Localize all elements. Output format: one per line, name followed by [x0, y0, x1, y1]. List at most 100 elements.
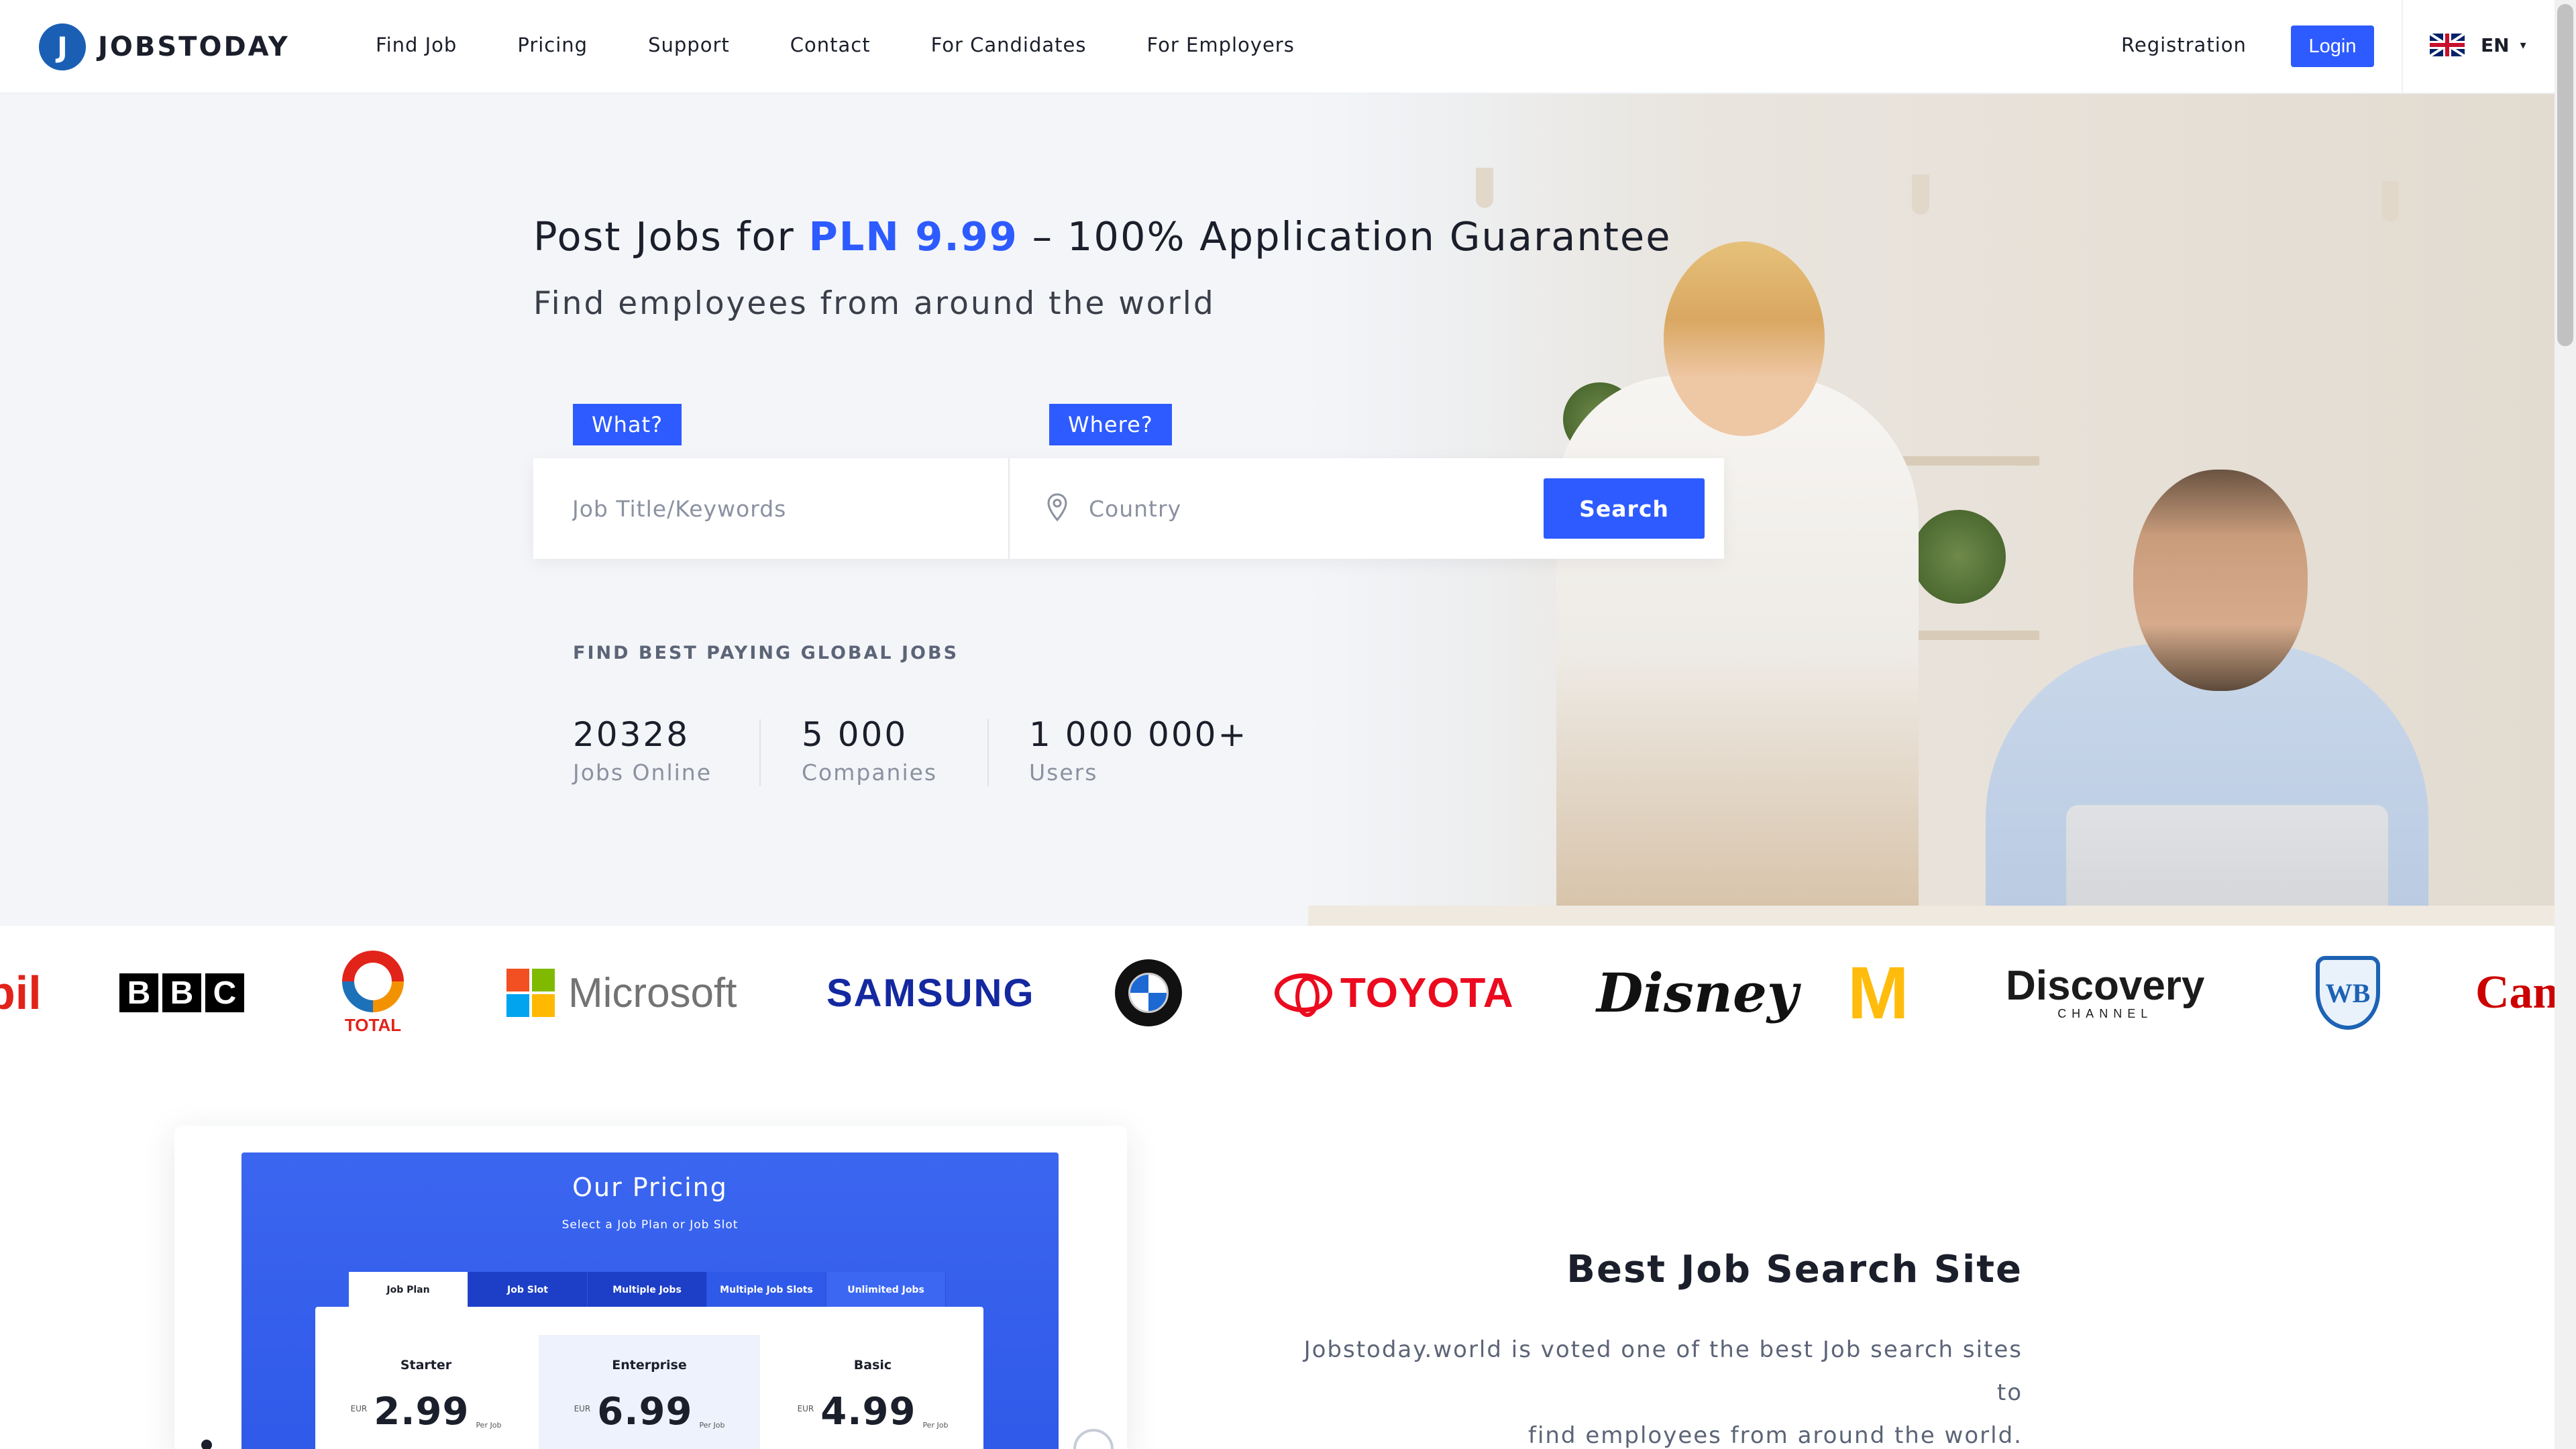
- site-header: J JOBSTODAY Find Job Pricing Support Con…: [0, 0, 2555, 94]
- bbc-letter: C: [205, 973, 244, 1012]
- toyota-logo: TOYOTA: [1275, 926, 1514, 1060]
- bbc-letter: B: [119, 973, 158, 1012]
- nav-find-job[interactable]: Find Job: [376, 34, 457, 56]
- bbc-letter: B: [162, 973, 201, 1012]
- lamp: [1912, 174, 1929, 215]
- plan-name: Starter: [400, 1358, 452, 1373]
- language-label: EN: [2481, 34, 2510, 56]
- tab-job-slot[interactable]: Job Slot: [468, 1272, 588, 1308]
- plan-per: Per Job: [922, 1421, 949, 1430]
- plan-per: Per Job: [699, 1421, 725, 1430]
- pricing-panel: Our Pricing Select a Job Plan or Job Slo…: [241, 1152, 1059, 1449]
- plan-name: Enterprise: [612, 1358, 687, 1373]
- uk-flag-icon: [2430, 34, 2465, 56]
- plan-amount: 4.99: [820, 1390, 916, 1434]
- best-site-description: Jobstoday.world is voted one of the best…: [1275, 1328, 2023, 1449]
- stat-divider: [759, 719, 761, 786]
- stat-divider: [987, 719, 989, 786]
- best-site-title: Best Job Search Site: [1566, 1248, 2023, 1291]
- microsoft-windows-icon: [506, 969, 555, 1017]
- desk: [1308, 906, 2555, 926]
- language-selector[interactable]: EN ▾: [2430, 34, 2526, 56]
- stats-heading: FIND BEST PAYING GLOBAL JOBS: [573, 643, 959, 663]
- logo-mark: J: [39, 23, 86, 70]
- plan-currency: EUR: [574, 1404, 591, 1413]
- what-tag: What?: [573, 404, 682, 445]
- pricing-title: Our Pricing: [572, 1173, 728, 1202]
- where-tag: Where?: [1049, 404, 1172, 445]
- plan-amount: 2.99: [374, 1390, 470, 1434]
- nav-pricing[interactable]: Pricing: [517, 34, 588, 56]
- hero-section: Post Jobs for PLN 9.99 – 100% Applicatio…: [0, 94, 2555, 926]
- pricing-subtitle: Select a Job Plan or Job Slot: [561, 1218, 739, 1232]
- mobil-logo: bil: [0, 967, 42, 1019]
- nav-support[interactable]: Support: [648, 34, 730, 56]
- job-title-input[interactable]: [572, 488, 988, 529]
- plan-price: EUR 4.99 Per Job: [762, 1390, 983, 1434]
- plan-enterprise[interactable]: Enterprise EUR 6.99 Per Job: [539, 1335, 760, 1449]
- stat-label: Jobs Online: [573, 759, 712, 786]
- bmw-logo: [1115, 926, 1182, 1060]
- nav-contact[interactable]: Contact: [790, 34, 871, 56]
- stat-value: 5 000: [802, 715, 908, 754]
- scrollbar-thumb[interactable]: [2557, 4, 2573, 346]
- plans-container: Starter EUR 2.99 Per Job Enterprise EUR …: [315, 1307, 983, 1449]
- microsoft-logo: Microsoft: [506, 926, 737, 1060]
- plan-name: Basic: [853, 1358, 892, 1373]
- discovery-logo: Discovery CHANNEL: [2006, 926, 2204, 1060]
- stat-companies: 5 000 Companies: [802, 715, 937, 786]
- lamp: [1476, 168, 1493, 208]
- lamp: [2381, 181, 2399, 221]
- bmw-roundel-icon: [1115, 959, 1182, 1026]
- plant: [1912, 510, 2006, 604]
- tab-multiple-jobs[interactable]: Multiple Jobs: [588, 1272, 707, 1308]
- plan-starter[interactable]: Starter EUR 2.99 Per Job: [315, 1335, 537, 1449]
- toyota-emblem-icon: [1275, 973, 1332, 1017]
- hero-title-suffix: – 100% Application Guarantee: [1018, 213, 1672, 260]
- canon-logo: Can: [2475, 967, 2555, 1018]
- pricing-tabs: Job Plan Job Slot Multiple Jobs Multiple…: [349, 1272, 946, 1308]
- microsoft-text: Microsoft: [568, 969, 737, 1016]
- hero-title: Post Jobs for PLN 9.99 – 100% Applicatio…: [533, 213, 1672, 260]
- language-divider: [2402, 0, 2403, 94]
- logo-text: JOBSTODAY: [98, 32, 290, 62]
- registration-link[interactable]: Registration: [2121, 34, 2247, 56]
- slider-pin-icon: [201, 1440, 212, 1449]
- search-button[interactable]: Search: [1544, 478, 1705, 539]
- search-divider: [1008, 458, 1010, 559]
- pricing-preview-card: Our Pricing Select a Job Plan or Job Slo…: [174, 1126, 1127, 1449]
- login-button[interactable]: Login: [2291, 25, 2374, 67]
- bbc-logo: B B C: [119, 926, 248, 1060]
- tab-unlimited-jobs[interactable]: Unlimited Jobs: [826, 1272, 946, 1308]
- logo[interactable]: J JOBSTODAY: [39, 23, 290, 70]
- hero-title-price: PLN 9.99: [808, 213, 1018, 260]
- hero-title-prefix: Post Jobs for: [533, 213, 809, 260]
- mcdonalds-logo: M: [1847, 951, 1909, 1034]
- plan-price: EUR 6.99 Per Job: [539, 1390, 760, 1434]
- plan-per: Per Job: [476, 1421, 502, 1430]
- plan-currency: EUR: [350, 1404, 368, 1413]
- samsung-logo: SAMSUNG: [826, 971, 1035, 1015]
- discovery-subtext: CHANNEL: [2057, 1006, 2153, 1020]
- plan-basic[interactable]: Basic EUR 4.99 Per Job: [762, 1335, 983, 1449]
- nav-for-employers[interactable]: For Employers: [1146, 34, 1294, 56]
- chevron-down-icon: ▾: [2520, 38, 2526, 52]
- total-emblem-icon: [342, 950, 404, 1012]
- warner-bros-logo: WB: [2316, 926, 2380, 1060]
- tab-job-plan[interactable]: Job Plan: [349, 1272, 468, 1308]
- brand-logos-strip: bil B B C TOTAL Microsoft SAMSUNG TOYOTA…: [0, 926, 2555, 1060]
- stat-users: 1 000 000+ Users: [1029, 715, 1248, 786]
- stat-value: 1 000 000+: [1029, 715, 1248, 754]
- plan-price: EUR 2.99 Per Job: [315, 1390, 537, 1434]
- plan-currency: EUR: [797, 1404, 814, 1413]
- toyota-text: TOYOTA: [1340, 969, 1514, 1016]
- stat-label: Companies: [802, 759, 938, 786]
- wb-shield-icon: WB: [2316, 956, 2380, 1030]
- country-input[interactable]: [1089, 488, 1424, 529]
- tab-multiple-job-slots[interactable]: Multiple Job Slots: [707, 1272, 826, 1308]
- discovery-text: Discovery: [2006, 962, 2205, 1009]
- plan-amount: 6.99: [597, 1390, 693, 1434]
- man-head: [2133, 470, 2308, 691]
- nav-for-candidates[interactable]: For Candidates: [931, 34, 1087, 56]
- total-text: TOTAL: [344, 1014, 402, 1035]
